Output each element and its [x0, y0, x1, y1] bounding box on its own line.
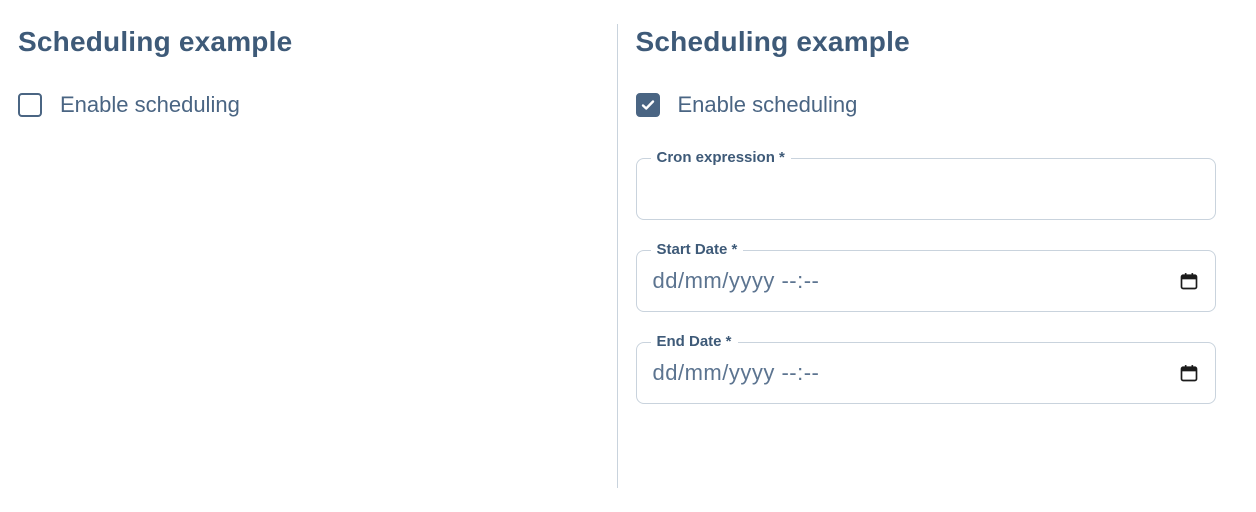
end-date-field[interactable]: End Date * dd/mm/yyyy --:-- [636, 342, 1217, 404]
enable-scheduling-label-left: Enable scheduling [60, 92, 240, 118]
panel-left: Scheduling example Enable scheduling [0, 20, 617, 512]
enable-scheduling-row-right[interactable]: Enable scheduling [636, 92, 1217, 118]
panel-right: Scheduling example Enable scheduling Cro… [618, 20, 1256, 512]
enable-scheduling-row-left[interactable]: Enable scheduling [18, 92, 599, 118]
end-date-label: End Date * [651, 333, 738, 350]
cron-expression-label: Cron expression * [651, 149, 791, 166]
enable-scheduling-label-right: Enable scheduling [678, 92, 858, 118]
calendar-icon[interactable] [1179, 363, 1199, 383]
start-date-field[interactable]: Start Date * dd/mm/yyyy --:-- [636, 250, 1217, 312]
enable-scheduling-checkbox-left[interactable] [18, 93, 42, 117]
check-icon [640, 97, 656, 113]
cron-expression-input[interactable] [653, 177, 1200, 202]
heading-left: Scheduling example [18, 26, 599, 58]
cron-expression-field[interactable]: Cron expression * [636, 158, 1217, 220]
end-date-placeholder[interactable]: dd/mm/yyyy --:-- [653, 360, 1180, 386]
enable-scheduling-checkbox-right[interactable] [636, 93, 660, 117]
start-date-placeholder[interactable]: dd/mm/yyyy --:-- [653, 268, 1180, 294]
calendar-icon[interactable] [1179, 271, 1199, 291]
heading-right: Scheduling example [636, 26, 1217, 58]
start-date-label: Start Date * [651, 241, 744, 258]
